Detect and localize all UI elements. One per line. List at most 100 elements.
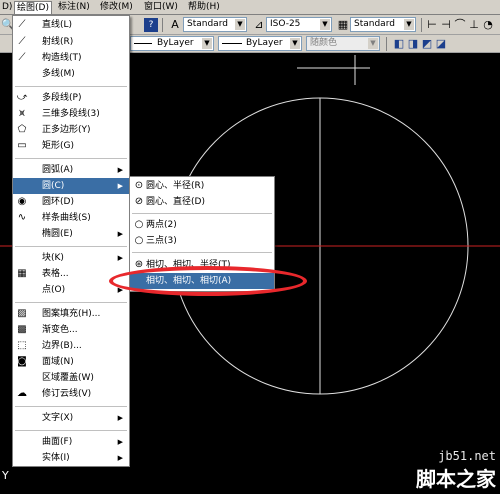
menu-item-revcloud[interactable]: ☁ 修订云线(V) — [13, 386, 129, 402]
menu-item-polyline[interactable]: ⤻ 多段线(P) — [13, 90, 129, 106]
ordinate-dim-icon[interactable]: ⊥ — [467, 18, 481, 32]
watermark: jb51.net 脚本之家 — [416, 449, 496, 492]
arc-length-icon[interactable]: ⌒ — [453, 18, 467, 32]
xline-icon: ⟋ — [18, 52, 26, 63]
menu-item-region[interactable]: ◙ 面域(N) — [13, 354, 129, 370]
menu-help[interactable]: 帮助(H) — [186, 1, 222, 14]
table-style-select[interactable]: Standard ▼ — [350, 17, 416, 32]
table-style-icon[interactable]: ▦ — [336, 18, 350, 32]
chevron-down-icon: ▼ — [368, 38, 378, 49]
menu-divider — [132, 213, 272, 214]
layer-prev-icon[interactable]: ◨ — [406, 37, 420, 51]
menu-window[interactable]: 窗口(W) — [142, 1, 180, 14]
menu-item-surfaces[interactable]: 曲面(F) ▶ — [13, 434, 129, 450]
layer-state-icon[interactable]: ◩ — [420, 37, 434, 51]
donut-icon: ◉ — [17, 196, 27, 207]
dim-style-icon[interactable]: ⊿ — [252, 18, 266, 32]
chevron-down-icon: ▼ — [235, 19, 245, 30]
menu-modify[interactable]: 修改(M) — [98, 1, 135, 14]
menu-item-ray[interactable]: ⟋ 射线(R) — [13, 34, 129, 50]
linear-dim-icon[interactable]: ⊢ — [425, 18, 439, 32]
submenu-item-center-radius[interactable]: ⊙ 圆心、半径(R) — [130, 178, 274, 194]
table-icon: ▦ — [17, 268, 27, 279]
highlight-ring — [109, 266, 307, 296]
lineweight-select[interactable]: ByLayer ▼ — [218, 36, 302, 51]
submenu-arrow-icon: ▶ — [117, 166, 123, 174]
menu-item-rectangle[interactable]: ▭ 矩形(G) — [13, 138, 129, 154]
menu-dimension[interactable]: 标注(N) — [56, 1, 92, 14]
submenu-arrow-icon: ▶ — [117, 254, 123, 262]
menu-divider — [15, 246, 127, 247]
watermark-name: 脚本之家 — [416, 467, 496, 491]
menu-item-3dpoly[interactable]: ⩙ 三维多段线(3) — [13, 106, 129, 122]
menu-item-wipeout[interactable]: 区域覆盖(W) — [13, 370, 129, 386]
menu-item-ellipse[interactable]: 椭圆(E) ▶ — [13, 226, 129, 242]
dim-style-select[interactable]: ISO-25 ▼ — [266, 17, 332, 32]
linetype-value: ByLayer — [157, 38, 194, 48]
layer-icon[interactable]: ◧ — [392, 37, 406, 51]
menu-item-line[interactable]: ⟋ 直线(L) — [13, 17, 129, 33]
linetype-sample — [134, 43, 152, 44]
menu-item-text[interactable]: 文字(X) ▶ — [13, 410, 129, 426]
watermark-url: jb51.net — [438, 449, 496, 463]
aligned-dim-icon[interactable]: ⊣ — [439, 18, 453, 32]
layer-iso-icon[interactable]: ◪ — [434, 37, 448, 51]
menu-partial[interactable]: D) — [0, 1, 14, 14]
revcloud-icon: ☁ — [17, 388, 27, 399]
submenu-arrow-icon: ▶ — [117, 438, 123, 446]
submenu-item-2point[interactable]: ○ 两点(2) — [130, 217, 274, 233]
menu-divider — [15, 430, 127, 431]
submenu-arrow-icon: ▶ — [117, 182, 123, 190]
menu-divider — [15, 406, 127, 407]
text-style-icon[interactable]: A — [168, 18, 182, 32]
plotstyle-select[interactable]: 随颜色 ▼ — [306, 36, 380, 51]
submenu-arrow-icon: ▶ — [117, 230, 123, 238]
menubar: D) 绘图(D) 标注(N) 修改(M) 窗口(W) 帮助(H) — [0, 0, 500, 15]
submenu-arrow-icon: ▶ — [117, 414, 123, 422]
dim-style-value: ISO-25 — [270, 19, 301, 29]
lineweight-sample — [222, 43, 242, 44]
menu-item-xline[interactable]: ⟋ 构造线(T) — [13, 50, 129, 66]
polyline-icon: ⤻ — [16, 92, 28, 103]
submenu-item-center-diameter[interactable]: ⊘ 圆心、直径(D) — [130, 194, 274, 210]
spline-icon: ∿ — [17, 212, 27, 223]
rectangle-icon: ▭ — [17, 140, 27, 151]
menu-draw[interactable]: 绘图(D) — [14, 1, 52, 14]
submenu-arrow-icon: ▶ — [117, 454, 123, 462]
menu-item-boundary[interactable]: ⬚ 边界(B)... — [13, 338, 129, 354]
radius-dim-icon[interactable]: ◔ — [481, 18, 495, 32]
menu-item-hatch[interactable]: ▨ 图案填充(H)... — [13, 306, 129, 322]
plotstyle-value: 随颜色 — [310, 38, 338, 48]
region-icon: ◙ — [17, 356, 27, 367]
menu-item-mline[interactable]: 多线(M) — [13, 66, 129, 82]
submenu-item-3point[interactable]: ○ 三点(3) — [130, 233, 274, 249]
menu-item-solids[interactable]: 实体(I) ▶ — [13, 450, 129, 466]
menu-item-circle[interactable]: 圆(C) ▶ — [13, 178, 129, 194]
circle-3p-icon: ○ — [134, 235, 144, 246]
linetype-select[interactable]: ByLayer ▼ — [130, 36, 214, 51]
chevron-down-icon: ▼ — [404, 19, 414, 30]
menu-item-spline[interactable]: ∿ 样条曲线(S) — [13, 210, 129, 226]
circle-diameter-icon: ⊘ — [134, 196, 144, 207]
y-axis-label: Y — [2, 469, 9, 482]
hatch-icon: ▨ — [17, 308, 27, 319]
help-icon[interactable]: ? — [144, 18, 158, 32]
circle-2p-icon: ○ — [134, 219, 144, 230]
toolbar-separator — [162, 18, 163, 32]
polygon-icon: ⬠ — [17, 124, 27, 135]
menu-item-block[interactable]: 块(K) ▶ — [13, 250, 129, 266]
menu-item-polygon[interactable]: ⬠ 正多边形(Y) — [13, 122, 129, 138]
menu-divider — [15, 86, 127, 87]
text-style-select[interactable]: Standard ▼ — [183, 17, 247, 32]
menu-divider — [132, 252, 272, 253]
chevron-down-icon: ▼ — [202, 38, 212, 49]
circle-radius-icon: ⊙ — [134, 180, 144, 191]
3dpoly-icon: ⩙ — [19, 108, 25, 119]
menu-item-gradient[interactable]: ▩ 渐变色... — [13, 322, 129, 338]
text-style-value: Standard — [187, 19, 228, 29]
gradient-icon: ▩ — [17, 324, 27, 335]
menu-item-arc[interactable]: 圆弧(A) ▶ — [13, 162, 129, 178]
menu-divider — [15, 158, 127, 159]
menu-item-donut[interactable]: ◉ 圆环(D) — [13, 194, 129, 210]
boundary-icon: ⬚ — [17, 340, 27, 351]
